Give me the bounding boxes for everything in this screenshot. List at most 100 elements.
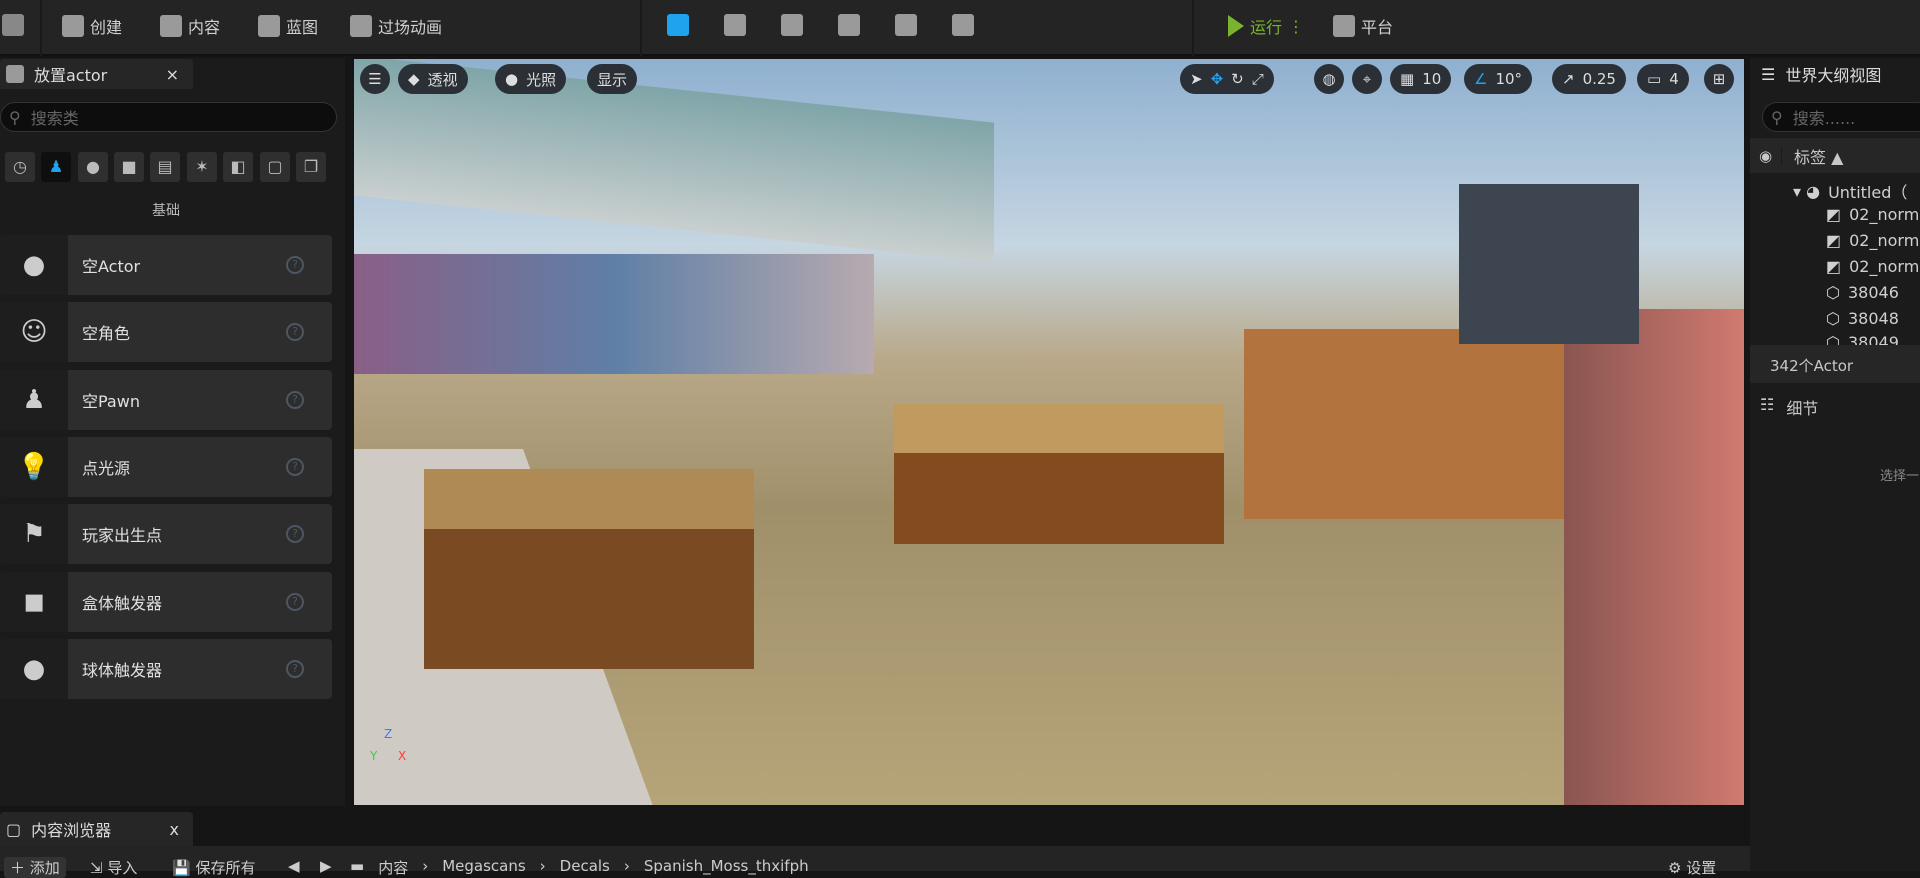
viewport-layout-button[interactable]: ⊞ bbox=[1704, 64, 1734, 94]
play-options-icon[interactable]: ⋮ bbox=[1288, 17, 1304, 36]
visibility-icon[interactable]: ◉ bbox=[1750, 146, 1782, 165]
search-classes-input[interactable]: ⚲ 搜索类 bbox=[0, 102, 337, 132]
outliner-row[interactable]: ◩ 02_norm bbox=[1826, 231, 1919, 250]
history-forward-button[interactable]: ▶ bbox=[320, 857, 332, 875]
camera-speed-button[interactable]: ▭ 4 bbox=[1637, 64, 1689, 94]
outliner-search-input[interactable]: ⚲ 搜索...... bbox=[1762, 102, 1920, 132]
help-icon[interactable]: ? bbox=[286, 525, 304, 544]
content-button[interactable]: 内容 bbox=[160, 14, 220, 38]
breadcrumb-item[interactable]: Megascans bbox=[442, 857, 525, 878]
breadcrumb-item[interactable]: Spanish_Moss_thxifph bbox=[644, 857, 809, 878]
help-icon[interactable]: ? bbox=[286, 323, 304, 342]
blueprint-button[interactable]: 蓝图 bbox=[258, 14, 318, 38]
visual-effects-category-icon[interactable]: ✶ bbox=[187, 152, 217, 182]
static-mesh-icon: ⬡ bbox=[1826, 309, 1840, 328]
select-icon[interactable]: ➤ bbox=[1190, 70, 1203, 88]
save-button[interactable] bbox=[2, 14, 24, 36]
save-all-button[interactable]: 💾 保存所有 bbox=[172, 857, 255, 878]
outliner-row[interactable]: ⬡ 38046 bbox=[1826, 283, 1899, 302]
details-tab[interactable]: ☷ 细节 bbox=[1760, 395, 1818, 419]
help-icon[interactable]: ? bbox=[286, 457, 304, 476]
foliage-icon bbox=[781, 14, 803, 36]
foliage-mode-button[interactable] bbox=[781, 14, 803, 36]
actor-item[interactable]: ● 球体触发器? bbox=[0, 638, 332, 699]
translate-icon[interactable]: ✥ bbox=[1211, 70, 1224, 88]
select-mode-button[interactable] bbox=[667, 14, 689, 36]
geometry-category-icon[interactable]: ◧ bbox=[223, 152, 253, 182]
all-classes-category-icon[interactable]: ❐ bbox=[296, 152, 326, 182]
help-icon[interactable]: ? bbox=[286, 659, 304, 678]
add-button[interactable]: ＋ 添加 bbox=[4, 857, 66, 878]
save-icon bbox=[2, 14, 24, 36]
lit-button[interactable]: ● 光照 bbox=[495, 64, 567, 94]
fracture-mode-button[interactable] bbox=[895, 14, 917, 36]
tab-place-actor[interactable]: 放置actor × bbox=[0, 59, 193, 89]
details-icon: ☷ bbox=[1760, 395, 1775, 414]
shapes-category-icon[interactable]: ■ bbox=[114, 152, 144, 182]
breadcrumb-item[interactable]: Decals bbox=[560, 857, 610, 878]
surface-snap-button[interactable]: ⌖ bbox=[1352, 64, 1382, 94]
modeling-icon bbox=[952, 14, 974, 36]
actor-item[interactable]: ☺ 空角色? bbox=[0, 302, 332, 363]
scale-snap-button[interactable]: ↗ 0.25 bbox=[1552, 64, 1626, 94]
divider bbox=[40, 0, 42, 56]
actor-item[interactable]: 💡 点光源? bbox=[0, 436, 332, 497]
play-button[interactable]: 运行 ⋮ bbox=[1228, 14, 1304, 38]
platform-icon bbox=[1333, 15, 1355, 37]
actor-item[interactable]: ⚑ 玩家出生点? bbox=[0, 504, 332, 565]
outliner-icon: ☰ bbox=[1761, 64, 1776, 84]
landscape-mode-button[interactable] bbox=[724, 14, 746, 36]
help-icon[interactable]: ? bbox=[286, 390, 304, 409]
outliner-row-label: 02_norm bbox=[1849, 257, 1920, 276]
help-icon[interactable]: ? bbox=[286, 256, 304, 274]
settings-button[interactable]: ⚙ 设置 bbox=[1668, 857, 1716, 878]
basic-category-icon[interactable]: ♟ bbox=[41, 152, 71, 182]
show-button[interactable]: 显示 bbox=[587, 64, 638, 94]
outliner-row-label: 02_norm bbox=[1849, 205, 1920, 224]
actor-item[interactable]: ● 空Actor? bbox=[0, 235, 332, 295]
cinematics-button[interactable]: 过场动画 bbox=[350, 14, 442, 38]
perspective-button[interactable]: ◆ 透视 bbox=[398, 64, 468, 94]
history-back-button[interactable]: ◀ bbox=[288, 857, 300, 875]
breadcrumb-item[interactable]: 内容 bbox=[378, 857, 408, 878]
modeling-mode-button[interactable] bbox=[952, 14, 974, 36]
scale-icon[interactable]: ⤢ bbox=[1252, 70, 1264, 88]
lights-category-icon[interactable]: ● bbox=[78, 152, 108, 182]
outliner-row[interactable]: ◩ 02_norm bbox=[1826, 257, 1919, 276]
platform-button[interactable]: 平台 bbox=[1333, 14, 1393, 38]
outliner-row[interactable]: ▾ ◕ Untitled（ bbox=[1793, 179, 1907, 203]
show-label: 显示 bbox=[597, 70, 628, 89]
close-icon[interactable]: x bbox=[170, 820, 179, 839]
level-viewport[interactable]: ☰ ◆ 透视 ● 光照 显示 ➤ ✥ ↻ ⤢ ◍ ⌖ ▦ 10 ∠ 10° ↗ 0.25 ▭ 4 … bbox=[354, 59, 1744, 805]
perspective-label: 透视 bbox=[427, 70, 458, 89]
actor-item-label: 球体触发器 bbox=[82, 660, 163, 680]
help-icon[interactable]: ? bbox=[286, 592, 304, 611]
content-browser-icon: ▢ bbox=[6, 819, 22, 839]
tab-content-browser[interactable]: ▢ 内容浏览器 x bbox=[0, 812, 193, 846]
volumes-category-icon[interactable]: ▢ bbox=[260, 152, 290, 182]
viewport-menu-button[interactable]: ☰ bbox=[360, 64, 390, 94]
import-label: 导入 bbox=[107, 859, 138, 877]
create-button[interactable]: 创建 bbox=[62, 14, 122, 38]
rotation-snap-button[interactable]: ∠ 10° bbox=[1464, 64, 1533, 94]
recent-category-icon[interactable]: ◷ bbox=[5, 152, 35, 182]
close-icon[interactable]: × bbox=[166, 65, 179, 84]
label-column-header[interactable]: 标签 ▲ bbox=[1794, 144, 1843, 168]
cinematic-category-icon[interactable]: ▤ bbox=[150, 152, 180, 182]
grid-snap-button[interactable]: ▦ 10 bbox=[1390, 64, 1452, 94]
outliner-row[interactable]: ◩ 02_norm bbox=[1826, 205, 1919, 224]
tab-outliner[interactable]: ☰ 世界大纲视图 bbox=[1755, 59, 1920, 89]
actor-item[interactable]: ♟ 空Pawn? bbox=[0, 369, 332, 430]
coordinate-space-button[interactable]: ◍ bbox=[1314, 64, 1344, 94]
import-button[interactable]: ⇲ 导入 bbox=[90, 857, 137, 878]
actor-item-label: 空Actor bbox=[82, 257, 141, 276]
camera-icon: ▭ bbox=[1647, 70, 1662, 88]
mesh-paint-button[interactable] bbox=[838, 14, 860, 36]
actor-item[interactable]: ◼ 盒体触发器? bbox=[0, 571, 332, 632]
surface-snap-icon: ⌖ bbox=[1362, 70, 1372, 88]
details-hint: 选择一 bbox=[1880, 469, 1920, 484]
outliner-row[interactable]: ⬡ 38048 bbox=[1826, 309, 1899, 328]
rotate-icon[interactable]: ↻ bbox=[1231, 70, 1244, 88]
point-light-icon: 💡 bbox=[0, 436, 68, 497]
divider bbox=[1192, 0, 1194, 56]
